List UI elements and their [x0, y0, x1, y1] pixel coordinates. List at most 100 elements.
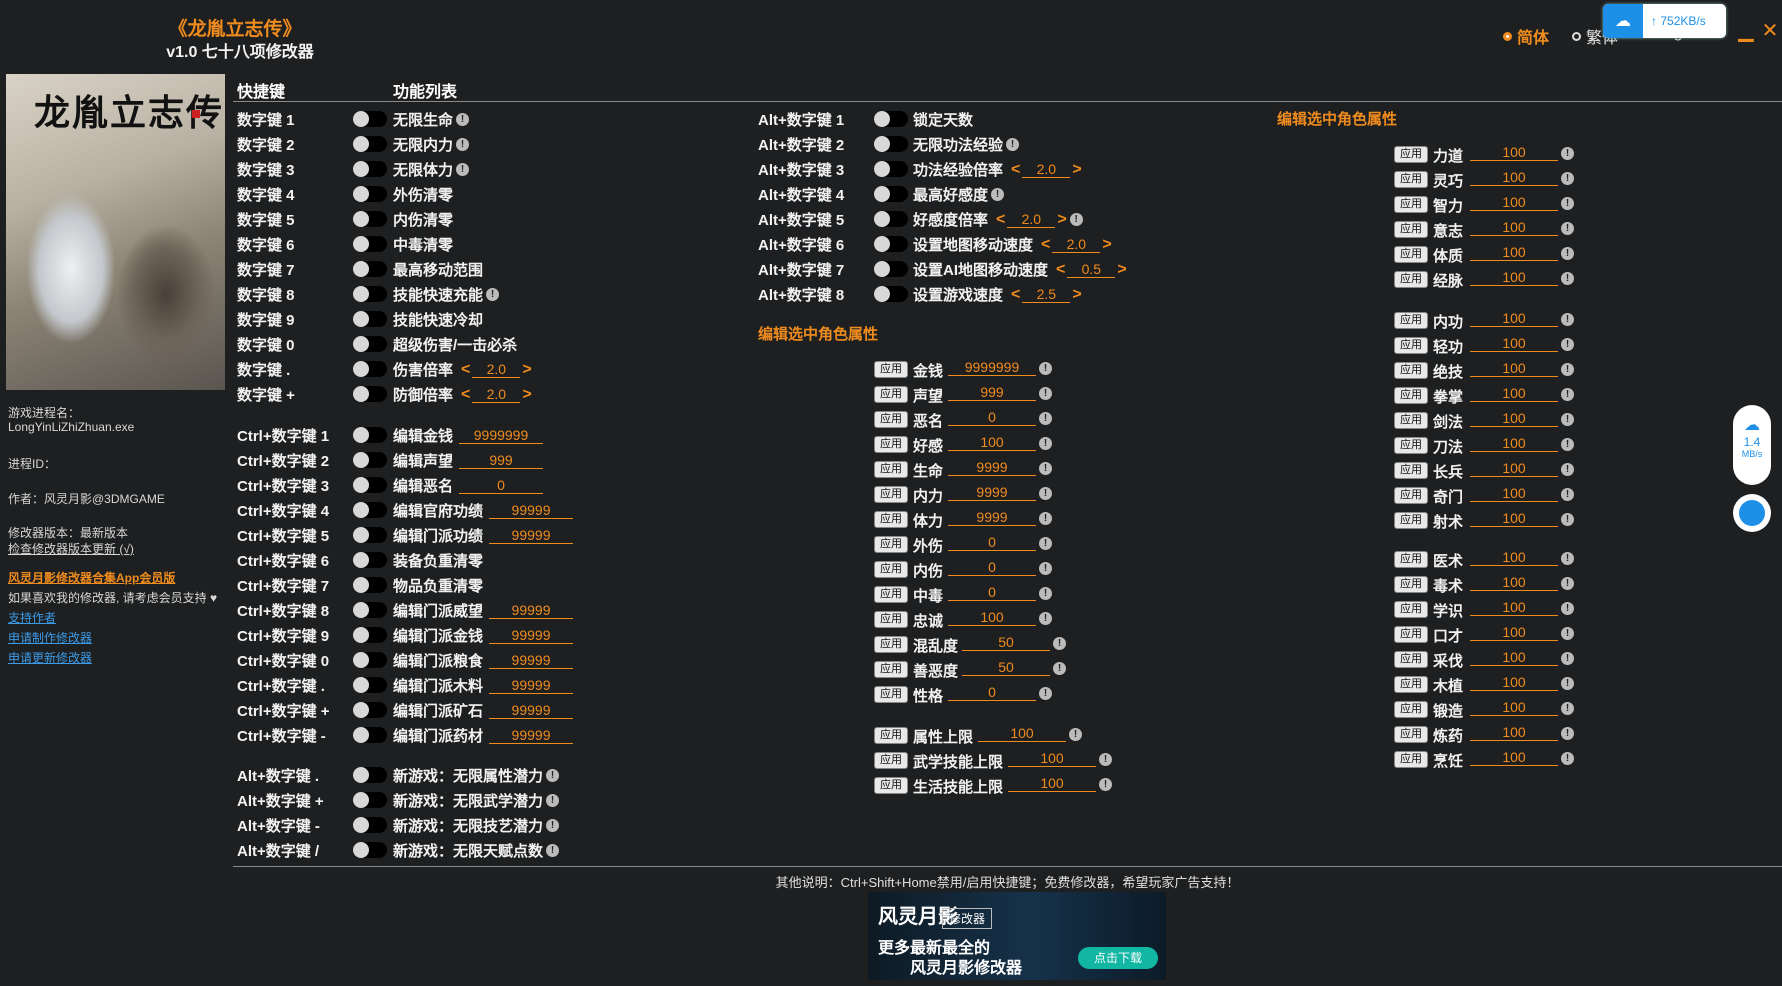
apply-button[interactable]: 应用 [874, 461, 908, 478]
attribute-input[interactable]: 9999999 [948, 360, 1036, 376]
info-icon[interactable]: ! [546, 794, 560, 807]
info-icon[interactable]: ! [1561, 676, 1574, 690]
arrow-right-icon[interactable]: > [1072, 161, 1081, 179]
value-input[interactable]: 2.0 [472, 361, 521, 378]
apply-button[interactable]: 应用 [1394, 362, 1428, 379]
apply-button[interactable]: 应用 [1394, 626, 1428, 643]
info-icon[interactable]: ! [456, 163, 470, 176]
apply-button[interactable]: 应用 [874, 511, 908, 528]
info-icon[interactable]: ! [1561, 312, 1574, 326]
value-input[interactable]: 2.5 [1022, 286, 1071, 303]
info-icon[interactable]: ! [1069, 727, 1082, 741]
ad-download-button[interactable]: 点击下载 [1078, 947, 1158, 969]
apply-button[interactable]: 应用 [1394, 551, 1428, 568]
attribute-input[interactable]: 100 [1470, 700, 1558, 716]
toggle-switch[interactable] [353, 261, 387, 277]
toggle-switch[interactable] [353, 527, 387, 543]
info-icon[interactable]: ! [1561, 246, 1574, 260]
info-icon[interactable]: ! [1039, 686, 1052, 700]
toggle-switch[interactable] [874, 236, 908, 252]
attribute-input[interactable]: 999 [948, 385, 1036, 401]
attribute-input[interactable]: 100 [1470, 245, 1558, 261]
toggle-switch[interactable] [353, 727, 387, 743]
arrow-left-icon[interactable]: < [461, 361, 470, 379]
apply-button[interactable]: 应用 [1394, 337, 1428, 354]
toggle-switch[interactable] [353, 767, 387, 783]
toggle-switch[interactable] [353, 286, 387, 302]
info-icon[interactable]: ! [1039, 561, 1052, 575]
apply-button[interactable]: 应用 [874, 636, 908, 653]
assistant-button[interactable] [1733, 494, 1771, 532]
apply-button[interactable]: 应用 [874, 752, 908, 769]
check-update-link[interactable]: 检查修改器版本更新 (√) [8, 540, 134, 557]
lang-simplified[interactable]: 简体 [1503, 24, 1549, 48]
toggle-switch[interactable] [353, 842, 387, 858]
attribute-input[interactable]: 100 [978, 726, 1066, 742]
arrow-left-icon[interactable]: < [1056, 261, 1065, 279]
apply-button[interactable]: 应用 [874, 727, 908, 744]
info-icon[interactable]: ! [1561, 512, 1574, 526]
info-icon[interactable]: ! [1561, 337, 1574, 351]
apply-button[interactable]: 应用 [1394, 601, 1428, 618]
apply-button[interactable]: 应用 [1394, 576, 1428, 593]
value-input[interactable]: 99999 [489, 702, 574, 719]
attribute-input[interactable]: 0 [948, 535, 1036, 551]
value-input[interactable]: 2.0 [1052, 236, 1101, 253]
toggle-switch[interactable] [353, 677, 387, 693]
info-icon[interactable]: ! [1561, 412, 1574, 426]
attribute-input[interactable]: 100 [1470, 486, 1558, 502]
attribute-input[interactable]: 100 [1470, 386, 1558, 402]
toggle-switch[interactable] [353, 602, 387, 618]
ad-banner[interactable]: 风灵月影 修改器 更多最新最全的 风灵月影修改器 点击下载 [868, 892, 1166, 980]
info-icon[interactable]: ! [456, 138, 470, 151]
toggle-switch[interactable] [874, 286, 908, 302]
apply-button[interactable]: 应用 [874, 586, 908, 603]
info-icon[interactable]: ! [1561, 387, 1574, 401]
apply-button[interactable]: 应用 [1394, 387, 1428, 404]
attribute-input[interactable]: 0 [948, 560, 1036, 576]
value-input[interactable]: 999 [459, 452, 544, 469]
apply-button[interactable]: 应用 [874, 686, 908, 703]
attribute-input[interactable]: 100 [1470, 270, 1558, 286]
apply-button[interactable]: 应用 [874, 777, 908, 794]
minimize-icon[interactable]: ▁ [1737, 21, 1755, 41]
apply-button[interactable]: 应用 [874, 611, 908, 628]
toggle-switch[interactable] [353, 577, 387, 593]
info-icon[interactable]: ! [1099, 777, 1112, 791]
apply-button[interactable]: 应用 [1394, 146, 1428, 163]
apply-button[interactable]: 应用 [1394, 701, 1428, 718]
arrow-left-icon[interactable]: < [1011, 161, 1020, 179]
attribute-input[interactable]: 100 [1008, 751, 1096, 767]
attribute-input[interactable]: 100 [1470, 750, 1558, 766]
value-input[interactable]: 99999 [489, 627, 574, 644]
info-icon[interactable]: ! [1039, 486, 1052, 500]
info-icon[interactable]: ! [1561, 726, 1574, 740]
toggle-switch[interactable] [874, 136, 908, 152]
attribute-input[interactable]: 100 [1470, 725, 1558, 741]
apply-button[interactable]: 应用 [1394, 221, 1428, 238]
toggle-switch[interactable] [353, 186, 387, 202]
arrow-left-icon[interactable]: < [996, 211, 1005, 229]
arrow-left-icon[interactable]: < [1041, 236, 1050, 254]
toggle-switch[interactable] [353, 427, 387, 443]
attribute-input[interactable]: 100 [1470, 600, 1558, 616]
apply-button[interactable]: 应用 [1394, 487, 1428, 504]
attribute-input[interactable]: 0 [948, 585, 1036, 601]
value-input[interactable]: 2.0 [472, 386, 521, 403]
apply-button[interactable]: 应用 [1394, 312, 1428, 329]
info-icon[interactable]: ! [456, 113, 470, 126]
info-icon[interactable]: ! [1561, 221, 1574, 235]
info-icon[interactable]: ! [1561, 576, 1574, 590]
toggle-switch[interactable] [874, 186, 908, 202]
arrow-left-icon[interactable]: < [461, 386, 470, 404]
attribute-input[interactable]: 100 [1470, 336, 1558, 352]
toggle-switch[interactable] [874, 211, 908, 227]
apply-button[interactable]: 应用 [1394, 412, 1428, 429]
info-icon[interactable]: ! [1561, 626, 1574, 640]
support-author-link[interactable]: 支持作者 [8, 609, 56, 626]
info-icon[interactable]: ! [1561, 362, 1574, 376]
apply-button[interactable]: 应用 [1394, 246, 1428, 263]
info-icon[interactable]: ! [1069, 213, 1083, 226]
arrow-left-icon[interactable]: < [1011, 286, 1020, 304]
toggle-switch[interactable] [874, 261, 908, 277]
